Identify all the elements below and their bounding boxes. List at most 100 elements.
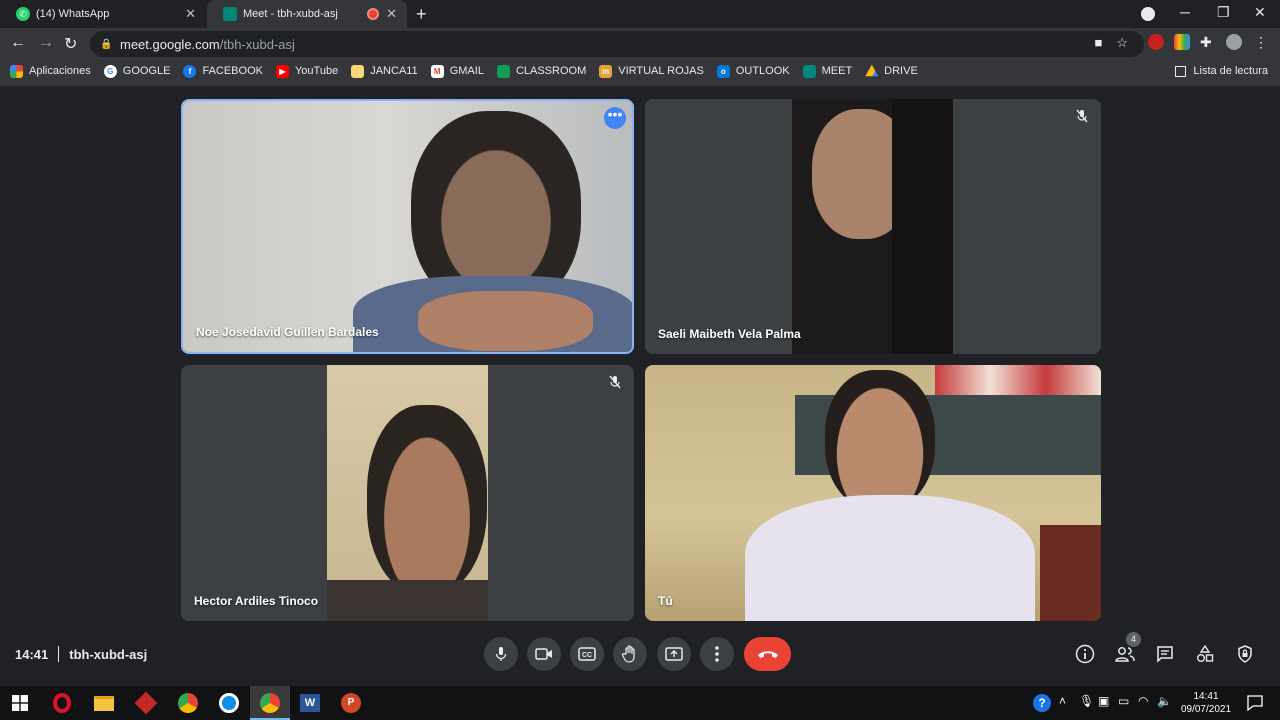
participant-figure bbox=[327, 580, 488, 621]
powerpoint-app[interactable]: P bbox=[339, 691, 363, 715]
camera-icon[interactable]: ■ bbox=[1094, 35, 1102, 51]
app-pinned[interactable] bbox=[134, 691, 158, 715]
bookmark-facebook[interactable]: f FACEBOOK bbox=[183, 64, 263, 78]
forward-button[interactable]: → bbox=[38, 34, 54, 52]
start-button[interactable] bbox=[8, 691, 32, 715]
tray-app-icon[interactable]: ▣ bbox=[1098, 694, 1109, 708]
outlook-icon: o bbox=[716, 64, 730, 78]
address-bar[interactable]: 🔒 meet.google.com/tbh-xubd-asj ■ ☆ bbox=[90, 31, 1144, 57]
chrome-app[interactable] bbox=[176, 691, 200, 715]
present-screen-button[interactable] bbox=[657, 637, 691, 671]
youtube-icon: ▶ bbox=[275, 64, 289, 78]
reading-list[interactable]: Lista de lectura bbox=[1175, 60, 1268, 82]
leave-call-button[interactable] bbox=[744, 637, 791, 671]
help-tray-button[interactable]: ? bbox=[1030, 691, 1054, 715]
url-host: meet.google.com bbox=[120, 36, 220, 52]
chat-button[interactable] bbox=[1155, 644, 1175, 664]
bookmark-janca11[interactable]: JANCA11 bbox=[351, 64, 418, 78]
close-window-button[interactable]: ✕ bbox=[1254, 4, 1266, 21]
bookmark-star-icon[interactable]: ☆ bbox=[1116, 35, 1128, 51]
bookmark-aplicaciones[interactable]: Aplicaciones bbox=[10, 64, 91, 78]
bookmark-youtube[interactable]: ▶ YouTube bbox=[275, 64, 338, 78]
windows-logo-icon bbox=[12, 695, 28, 711]
meeting-info-button[interactable] bbox=[1075, 644, 1095, 664]
wifi-icon[interactable]: ◠ bbox=[1138, 694, 1148, 708]
present-icon bbox=[665, 647, 683, 661]
word-app[interactable]: W bbox=[298, 691, 322, 715]
participant-tile-self[interactable]: Tú bbox=[645, 365, 1101, 621]
bookmark-classroom[interactable]: CLASSROOM bbox=[496, 64, 586, 78]
microphone-button[interactable] bbox=[484, 637, 518, 671]
help-icon: ? bbox=[1033, 694, 1051, 712]
teamviewer-app[interactable] bbox=[217, 691, 241, 715]
kebab-menu-icon[interactable]: ⋮ bbox=[1254, 34, 1270, 50]
host-controls-button[interactable] bbox=[1235, 644, 1255, 664]
bookmark-virtual-rojas[interactable]: m VIRTUAL ROJAS bbox=[599, 64, 704, 78]
back-button[interactable]: ← bbox=[10, 34, 26, 52]
participant-tile-noe[interactable]: ••• Noe Josedavid Guillen Bardales bbox=[181, 99, 634, 354]
chrome-app-active[interactable] bbox=[258, 691, 282, 715]
tab-whatsapp[interactable]: ✆ (14) WhatsApp ✕ bbox=[0, 0, 206, 28]
app-icon bbox=[134, 691, 158, 715]
battery-icon[interactable]: ▭ bbox=[1118, 694, 1129, 708]
bookmark-meet[interactable]: MEET bbox=[802, 64, 852, 78]
hang-up-icon bbox=[757, 651, 778, 658]
chrome-icon bbox=[178, 693, 198, 713]
tab-label: Meet - tbh-xubd-asj bbox=[243, 8, 338, 20]
participant-tile-hector[interactable]: Hector Ardiles Tinoco bbox=[181, 365, 634, 621]
windows-taskbar: W P ? ˄ 🎙 ▣ ▭ ◠ 🔈 14:41 09/07/2021 bbox=[0, 686, 1280, 720]
participant-name: Tú bbox=[658, 594, 673, 608]
facebook-icon: f bbox=[183, 64, 197, 78]
participant-tile-saeli[interactable]: Saeli Maibeth Vela Palma bbox=[645, 99, 1101, 354]
restore-button[interactable]: ❐ bbox=[1217, 4, 1230, 21]
extension-icon[interactable] bbox=[1148, 34, 1164, 50]
participant-figure bbox=[418, 291, 593, 351]
tab-search-icon[interactable] bbox=[1141, 7, 1155, 21]
more-options-button[interactable] bbox=[700, 637, 734, 671]
new-tab-button[interactable]: + bbox=[416, 4, 427, 25]
minimize-button[interactable]: ─ bbox=[1180, 4, 1190, 20]
bookmark-outlook[interactable]: o OUTLOOK bbox=[716, 64, 790, 78]
more-options-button[interactable]: ••• bbox=[604, 107, 626, 129]
color-extension-icon[interactable] bbox=[1174, 34, 1190, 50]
tab-meet[interactable]: Meet - tbh-xubd-asj ✕ bbox=[207, 0, 407, 28]
teamviewer-icon bbox=[219, 693, 239, 713]
tray-microphone-icon[interactable]: 🎙 bbox=[1079, 694, 1094, 708]
divider bbox=[58, 646, 60, 662]
raise-hand-button[interactable] bbox=[613, 637, 647, 671]
puzzle-icon[interactable]: ✚ bbox=[1200, 34, 1216, 50]
activities-button[interactable] bbox=[1195, 644, 1215, 664]
participant-video bbox=[792, 99, 953, 354]
captions-button[interactable]: CC bbox=[570, 637, 604, 671]
word-icon: W bbox=[300, 694, 320, 712]
virtual-rojas-icon: m bbox=[599, 64, 613, 78]
reload-button[interactable]: ↻ bbox=[64, 34, 77, 54]
file-explorer-app[interactable] bbox=[92, 691, 116, 715]
opera-app[interactable] bbox=[50, 691, 74, 715]
folder-icon bbox=[351, 64, 365, 78]
camera-button[interactable] bbox=[527, 637, 561, 671]
participants-button[interactable] bbox=[1115, 644, 1135, 664]
info-icon bbox=[1075, 644, 1095, 664]
video-camera-icon bbox=[535, 648, 552, 660]
participant-figure bbox=[1040, 525, 1101, 621]
taskbar-clock[interactable]: 14:41 09/07/2021 bbox=[1172, 690, 1240, 716]
kebab-menu-icon bbox=[715, 646, 719, 662]
bookmark-google[interactable]: G GOOGLE bbox=[103, 64, 170, 78]
clock-time: 14:41 bbox=[1193, 691, 1219, 702]
close-tab-icon[interactable]: ✕ bbox=[386, 7, 397, 21]
volume-icon[interactable]: 🔈 bbox=[1157, 694, 1172, 708]
powerpoint-icon: P bbox=[341, 693, 361, 713]
bookmark-gmail[interactable]: M GMAIL bbox=[430, 64, 484, 78]
close-tab-icon[interactable]: ✕ bbox=[185, 7, 196, 21]
participant-figure bbox=[367, 405, 487, 595]
notifications-button[interactable] bbox=[1243, 691, 1267, 715]
tab-strip: ✆ (14) WhatsApp ✕ Meet - tbh-xubd-asj ✕ … bbox=[0, 0, 1280, 28]
clock-date: 09/07/2021 bbox=[1180, 704, 1232, 715]
tray-chevron-icon[interactable]: ˄ bbox=[1059, 694, 1066, 708]
meeting-details: 14:41 tbh-xubd-asj bbox=[15, 646, 147, 662]
participant-video bbox=[183, 101, 632, 352]
bookmark-drive[interactable]: DRIVE bbox=[865, 64, 918, 78]
browser-chrome: ✆ (14) WhatsApp ✕ Meet - tbh-xubd-asj ✕ … bbox=[0, 0, 1280, 86]
profile-avatar[interactable] bbox=[1226, 34, 1242, 50]
